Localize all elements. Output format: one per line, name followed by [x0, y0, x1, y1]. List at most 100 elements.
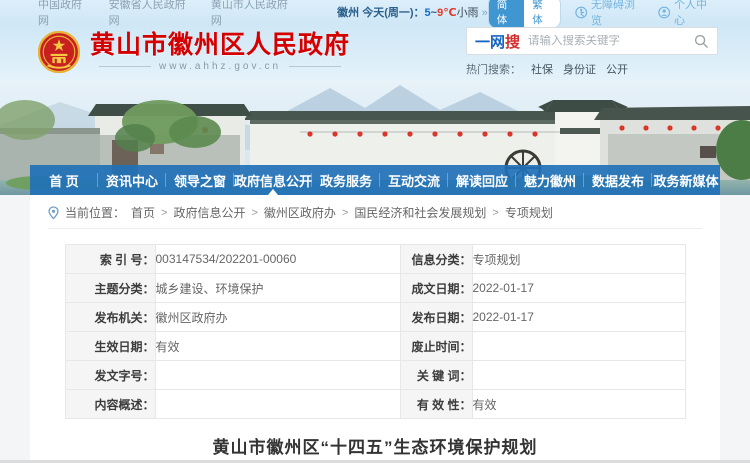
- site-header: 黄山市徽州区人民政府 www.ahhz.gov.cn 一网搜 热门搜索： 社保 …: [0, 24, 750, 80]
- top-right-tools: 简体 繁体 无障碍浏览 个人中心: [488, 0, 716, 29]
- table-row: 主题分类： 城乡建设、环境保护 成文日期： 2022-01-17: [65, 274, 685, 303]
- link-china-gov[interactable]: 中国政府网: [38, 0, 91, 28]
- personal-center-link[interactable]: 个人中心: [658, 0, 716, 28]
- weather-widget[interactable]: 徽州 今天(周一)：5~9℃小雨 »: [337, 4, 488, 20]
- nav-item-charm-huizhou[interactable]: 魅力徽州: [516, 165, 584, 195]
- weather-condition: 小雨: [457, 7, 479, 19]
- breadcrumb-separator: >: [161, 207, 167, 219]
- lang-traditional-button[interactable]: 繁体: [524, 0, 559, 28]
- nav-item-new-media[interactable]: 政务新媒体: [652, 165, 720, 195]
- meta-label-keywords: 关 键 词：: [400, 361, 472, 390]
- breadcrumb-separator: >: [492, 207, 498, 219]
- accessibility-link[interactable]: 无障碍浏览: [575, 0, 644, 28]
- meta-label-abolish-date: 废止时间：: [400, 332, 472, 361]
- hot-search-item[interactable]: 身份证: [563, 61, 596, 77]
- meta-value-info-category: 专项规划: [472, 245, 685, 274]
- nav-item-interpretation[interactable]: 解读回应: [448, 165, 516, 195]
- national-emblem-logo: [38, 31, 80, 73]
- meta-value-effective-date: 有效: [155, 332, 400, 361]
- location-pin-icon: [48, 206, 59, 220]
- meta-label-theme-category: 主题分类：: [65, 274, 155, 303]
- breadcrumb-label: 当前位置：: [65, 204, 125, 221]
- link-huangshan-gov[interactable]: 黄山市人民政府网: [211, 0, 295, 28]
- user-icon: [658, 6, 670, 19]
- top-utility-bar: 中国政府网 安徽省人民政府网 黄山市人民政府网 徽州 今天(周一)：5~9℃小雨…: [0, 0, 750, 24]
- meta-value-publish-date: 2022-01-17: [472, 303, 685, 332]
- breadcrumb-separator: >: [251, 207, 257, 219]
- table-row: 发文字号： 关 键 词：: [65, 361, 685, 390]
- nav-item-interaction[interactable]: 互动交流: [380, 165, 448, 195]
- hot-search-item[interactable]: 社保: [531, 61, 553, 77]
- nav-item-home[interactable]: 首 页: [30, 165, 98, 195]
- site-brand[interactable]: 黄山市徽州区人民政府 www.ahhz.gov.cn: [38, 31, 350, 73]
- accessibility-label: 无障碍浏览: [591, 0, 644, 28]
- nav-item-services[interactable]: 政务服务: [312, 165, 380, 195]
- nav-label: 政府信息公开: [234, 171, 312, 190]
- link-anhui-gov[interactable]: 安徽省人民政府网: [109, 0, 193, 28]
- nav-label: 数据发布: [592, 171, 644, 190]
- site-url: www.ahhz.gov.cn: [99, 61, 341, 72]
- breadcrumb: 当前位置： 首页 > 政府信息公开 > 徽州区政府办 > 国民经济和社会发展规划…: [30, 195, 720, 228]
- meta-value-validity: 有效: [472, 390, 685, 419]
- lang-simplified-button[interactable]: 简体: [489, 0, 524, 28]
- main-nav: 首 页 资讯中心 领导之窗 政府信息公开 政务服务 互动交流 解读回应 魅力徽州…: [30, 165, 720, 195]
- hot-search-item[interactable]: 公开: [606, 61, 628, 77]
- nav-item-leaders[interactable]: 领导之窗: [166, 165, 234, 195]
- search-input[interactable]: [528, 35, 694, 47]
- meta-label-written-date: 成文日期：: [400, 274, 472, 303]
- nav-item-info-disclosure[interactable]: 政府信息公开: [234, 165, 312, 195]
- breadcrumb-special-plans[interactable]: 专项规划: [505, 204, 553, 221]
- table-row: 内容概述： 有 效 性： 有效: [65, 390, 685, 419]
- document-meta-table: 索 引 号： 003147534/202201-00060 信息分类： 专项规划…: [65, 244, 686, 419]
- search-box: 一网搜: [466, 27, 718, 55]
- nav-label: 领导之窗: [174, 171, 226, 190]
- breadcrumb-district-office[interactable]: 徽州区政府办: [264, 204, 336, 221]
- breadcrumb-divider: [48, 228, 702, 229]
- meta-label-info-category: 信息分类：: [400, 245, 472, 274]
- nav-label: 魅力徽州: [524, 171, 576, 190]
- meta-label-summary: 内容概述：: [65, 390, 155, 419]
- nav-label: 首 页: [49, 171, 79, 190]
- meta-value-doc-number: [155, 361, 400, 390]
- personal-center-label: 个人中心: [674, 0, 716, 28]
- meta-label-doc-number: 发文字号：: [65, 361, 155, 390]
- banner: 首 页 资讯中心 领导之窗 政府信息公开 政务服务 互动交流 解读回应 魅力徽州…: [0, 80, 750, 195]
- language-toggle: 简体 繁体: [488, 0, 561, 29]
- nav-label: 解读回应: [456, 171, 508, 190]
- weather-prefix: 徽州 今天(周一)：: [337, 7, 424, 19]
- breadcrumb-home[interactable]: 首页: [131, 204, 155, 221]
- nav-item-news[interactable]: 资讯中心: [98, 165, 166, 195]
- meta-value-index-no: 003147534/202201-00060: [155, 245, 400, 274]
- gov-links: 中国政府网 安徽省人民政府网 黄山市人民政府网: [38, 0, 295, 28]
- nav-label: 资讯中心: [106, 171, 158, 190]
- meta-label-issuing-agency: 发布机关：: [65, 303, 155, 332]
- page-title: 黄山市徽州区“十四五”生态环境保护规划: [30, 433, 720, 458]
- nav-label: 互动交流: [388, 171, 440, 190]
- wheelchair-icon: [575, 6, 587, 19]
- search-icon[interactable]: [694, 34, 709, 49]
- table-row: 生效日期： 有效 废止时间：: [65, 332, 685, 361]
- table-row: 索 引 号： 003147534/202201-00060 信息分类： 专项规划: [65, 245, 685, 274]
- meta-label-validity: 有 效 性：: [400, 390, 472, 419]
- meta-label-publish-date: 发布日期：: [400, 303, 472, 332]
- meta-value-theme-category: 城乡建设、环境保护: [155, 274, 400, 303]
- meta-label-effective-date: 生效日期：: [65, 332, 155, 361]
- breadcrumb-development-plans[interactable]: 国民经济和社会发展规划: [354, 204, 486, 221]
- active-nav-notch: [268, 189, 278, 195]
- nav-label: 政务新媒体: [654, 171, 719, 190]
- meta-value-written-date: 2022-01-17: [472, 274, 685, 303]
- search-brand-blue: 一网: [475, 34, 505, 51]
- breadcrumb-separator: >: [342, 207, 348, 219]
- meta-value-issuing-agency: 徽州区政府办: [155, 303, 400, 332]
- nav-item-data[interactable]: 数据发布: [584, 165, 652, 195]
- weather-high-temp: 9℃: [437, 7, 456, 19]
- meta-label-index-no: 索 引 号：: [65, 245, 155, 274]
- content-container: 当前位置： 首页 > 政府信息公开 > 徽州区政府办 > 国民经济和社会发展规划…: [30, 195, 720, 463]
- hot-search-bar: 热门搜索： 社保 身份证 公开: [466, 61, 718, 77]
- search-area: 一网搜 热门搜索： 社保 身份证 公开: [466, 27, 718, 77]
- table-row: 发布机关： 徽州区政府办 发布日期： 2022-01-17: [65, 303, 685, 332]
- search-brand: 一网搜: [475, 31, 520, 52]
- nav-label: 政务服务: [320, 171, 372, 190]
- breadcrumb-info-disclosure[interactable]: 政府信息公开: [173, 204, 245, 221]
- search-brand-red: 搜: [505, 34, 520, 51]
